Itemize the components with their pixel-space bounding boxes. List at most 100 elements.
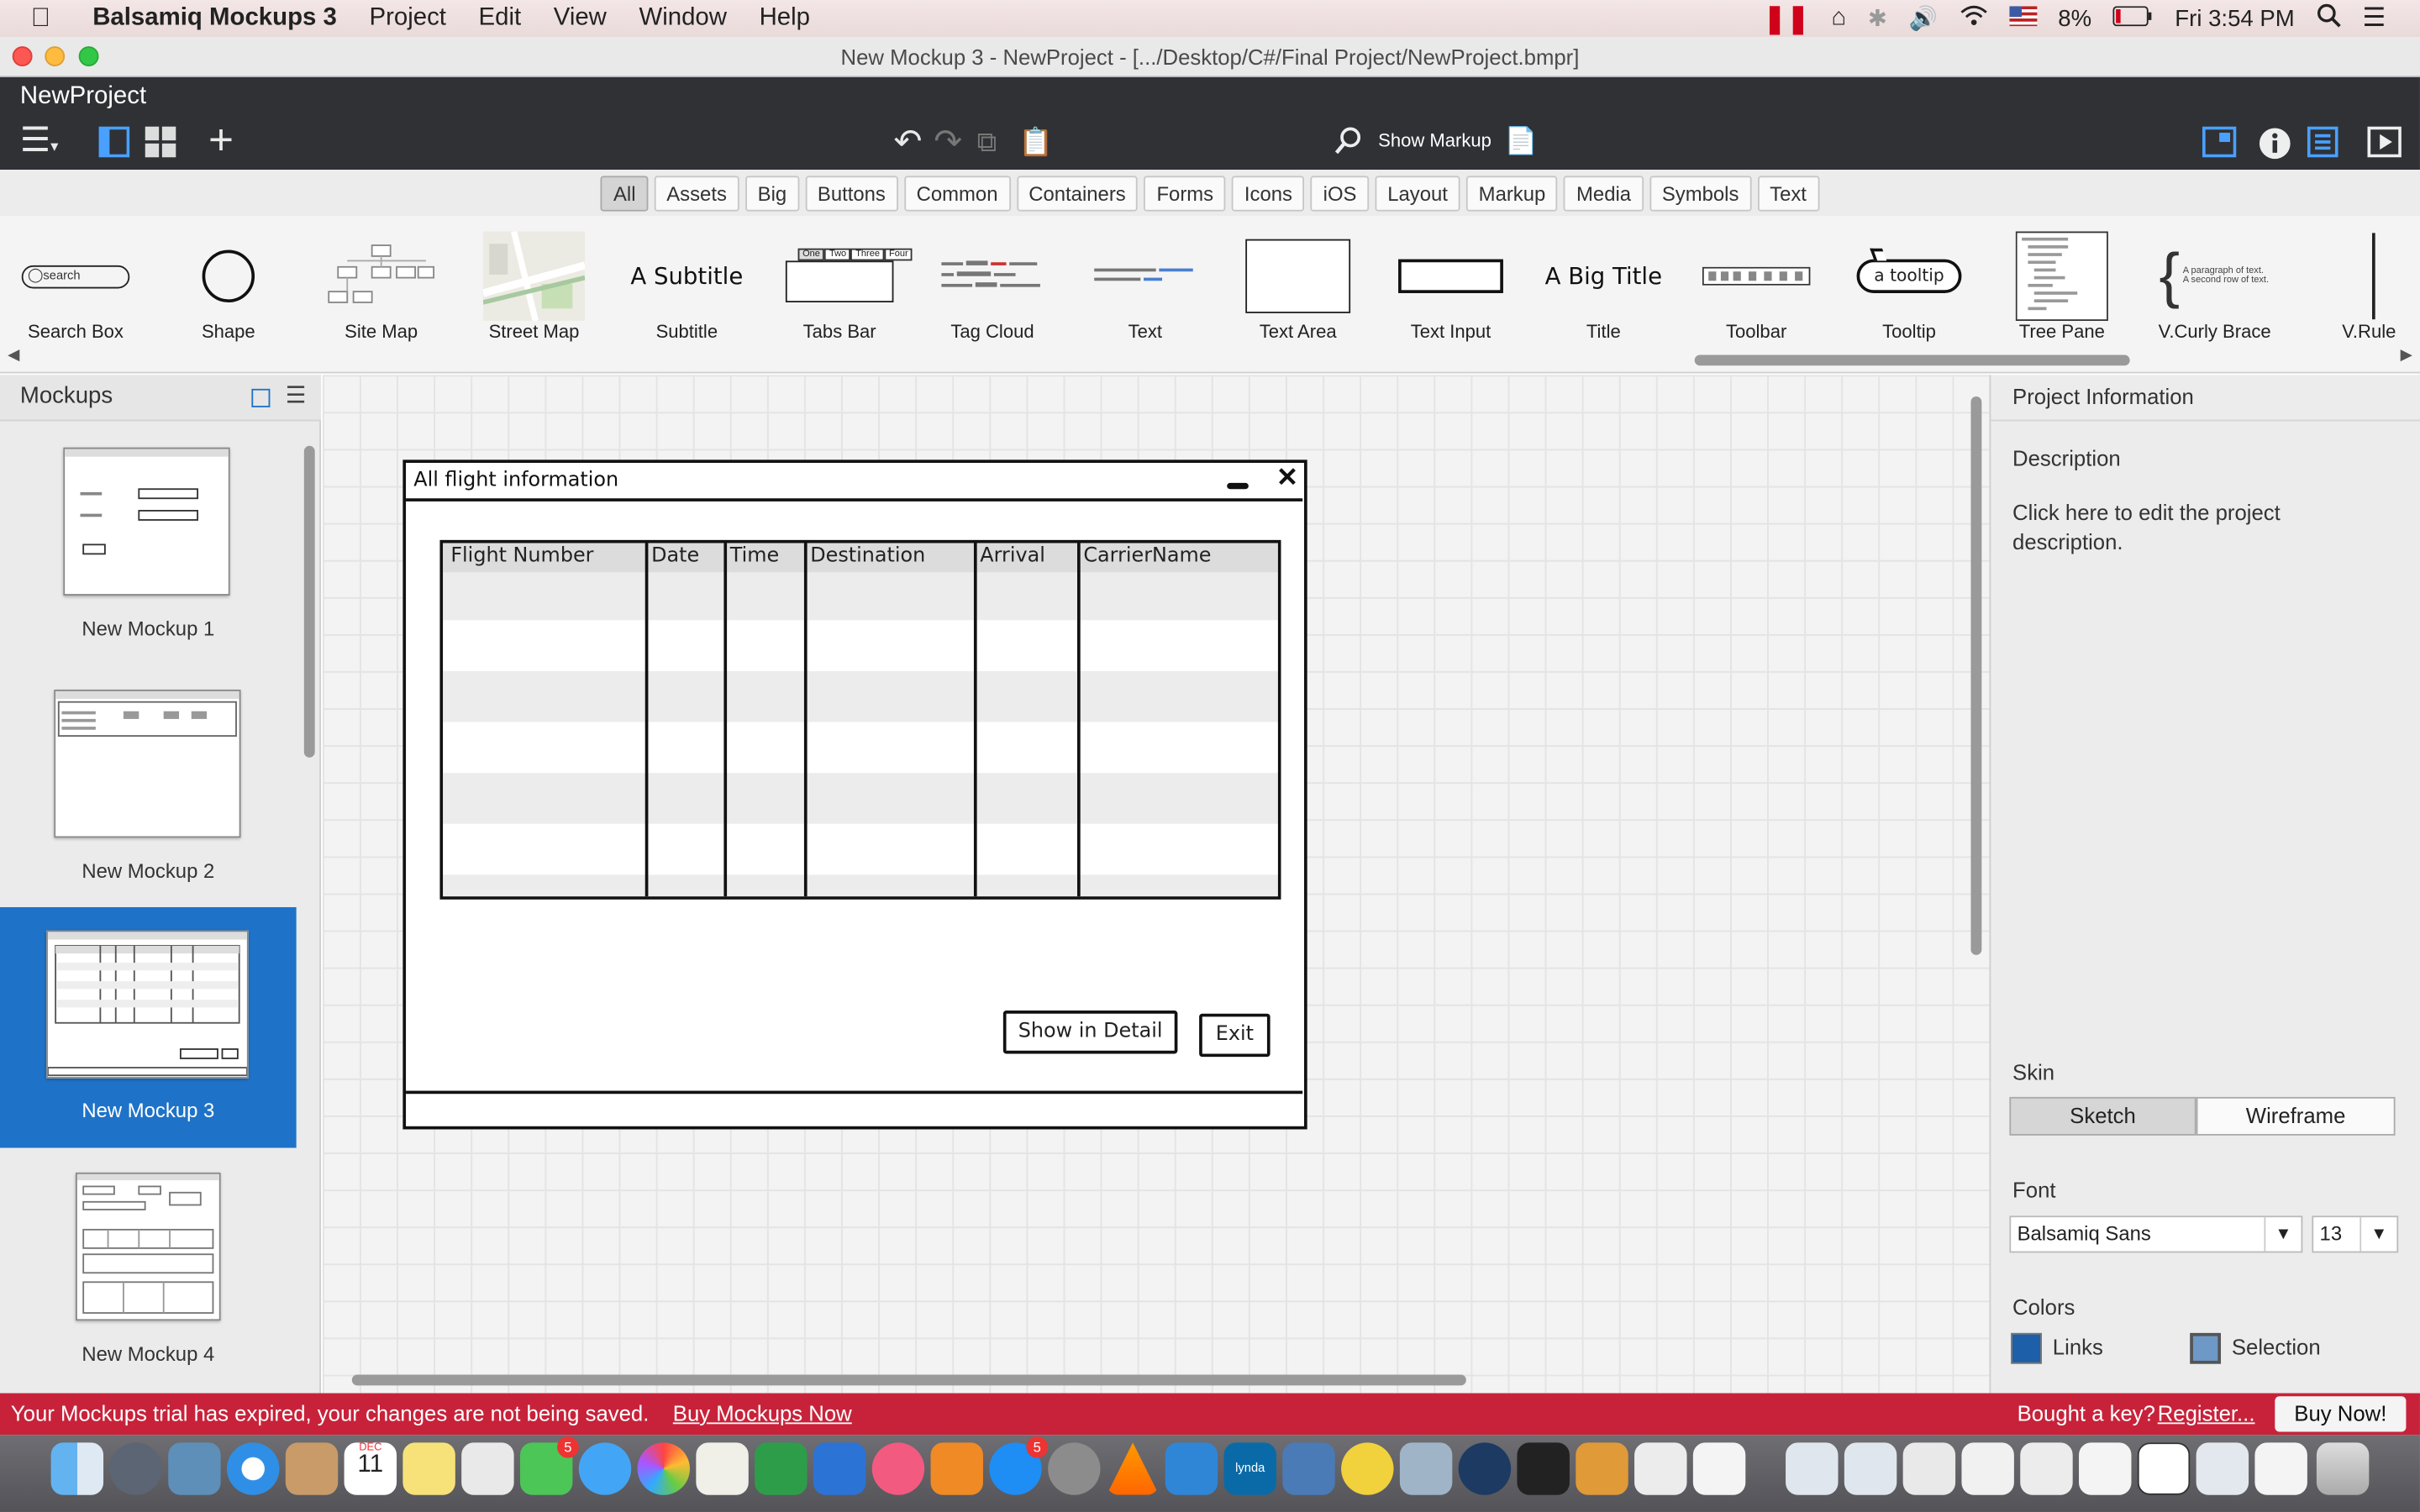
mockup-thumbnail-4[interactable]: New Mockup 4 — [0, 1151, 297, 1392]
mockup-canvas[interactable]: All flight information ✕ Flight Number D… — [322, 375, 1990, 1394]
column-header-flight-number[interactable]: Flight Number — [450, 544, 593, 568]
column-header-carrier-name[interactable]: CarrierName — [1083, 544, 1211, 568]
minimized-window-icon[interactable] — [1902, 1442, 1956, 1495]
duplicate-icon[interactable]: ⧉ — [977, 125, 997, 159]
table-row[interactable] — [443, 722, 1278, 774]
library-item-tag-cloud[interactable]: Tag Cloud — [918, 228, 1066, 343]
canvas-vertical-scrollbar[interactable] — [1970, 396, 1982, 955]
info-icon[interactable] — [2258, 127, 2291, 167]
show-markup-toggle[interactable]: Show Markup — [1378, 129, 1491, 151]
sketch-close-icon[interactable]: ✕ — [1276, 463, 1298, 494]
filter-symbols[interactable]: Symbols — [1649, 175, 1752, 211]
paste-icon[interactable]: 📋 — [1018, 125, 1053, 159]
pause-icon[interactable]: ❚❚ — [1763, 3, 1809, 35]
undo-icon[interactable]: ↶ — [893, 124, 922, 159]
filter-icons[interactable]: Icons — [1232, 175, 1305, 211]
mockup-thumbnail-1[interactable]: New Mockup 1 — [0, 426, 297, 667]
apple-icon[interactable]:  — [31, 3, 74, 34]
column-header-date[interactable]: Date — [651, 544, 699, 568]
library-item-text[interactable]: Text — [1071, 228, 1219, 343]
battery-percent[interactable]: 8% — [2058, 5, 2091, 31]
mockups-scrollbar[interactable] — [303, 445, 315, 758]
library-item-site-map[interactable]: Site Map — [308, 228, 455, 343]
safari-icon[interactable] — [226, 1442, 280, 1495]
menu-project[interactable]: Project — [369, 5, 445, 33]
table-row[interactable] — [443, 670, 1278, 722]
library-item-text-area[interactable]: Text Area — [1224, 228, 1372, 343]
library-item-tooltip[interactable]: a tooltip Tooltip — [1835, 228, 1983, 343]
keynote-icon[interactable] — [813, 1442, 866, 1495]
library-item-shape[interactable]: Shape — [155, 228, 302, 343]
app-menu[interactable]: Balsamiq Mockups 3 — [92, 5, 337, 33]
font-size-select[interactable]: 13 ▼ — [2312, 1215, 2399, 1253]
menu-window[interactable]: Window — [639, 5, 727, 33]
app-store-icon[interactable]: 5 — [989, 1436, 1049, 1495]
photos-icon[interactable] — [637, 1442, 691, 1495]
minimize-window-button[interactable] — [45, 46, 66, 66]
filter-assets[interactable]: Assets — [654, 175, 739, 211]
launchpad-icon[interactable] — [109, 1442, 162, 1495]
filter-text[interactable]: Text — [1757, 175, 1819, 211]
redo-icon[interactable]: ↷ — [934, 124, 962, 159]
ibooks-icon[interactable] — [930, 1442, 983, 1495]
filter-markup[interactable]: Markup — [1465, 175, 1559, 211]
column-header-destination[interactable]: Destination — [810, 544, 925, 568]
menu-edit[interactable]: Edit — [479, 5, 522, 33]
document-icon[interactable] — [1692, 1442, 1746, 1495]
finder-icon[interactable] — [50, 1442, 104, 1495]
terminal-icon[interactable] — [1517, 1442, 1570, 1495]
menu-help[interactable]: Help — [760, 5, 810, 33]
library-item-toolbar[interactable]: Toolbar — [1682, 228, 1830, 343]
clipboard-icon[interactable]: 📄 — [1505, 125, 1538, 159]
filter-big[interactable]: Big — [744, 175, 799, 211]
filter-forms[interactable]: Forms — [1144, 175, 1226, 211]
filter-layout[interactable]: Layout — [1375, 175, 1460, 211]
filter-all[interactable]: All — [601, 175, 649, 211]
clock[interactable]: Fri 3:54 PM — [2175, 5, 2294, 31]
search-icon[interactable] — [1334, 127, 1363, 160]
trash-icon[interactable] — [2316, 1442, 2370, 1495]
calendar-icon[interactable]: DEC 11 — [344, 1442, 397, 1495]
zoom-window-button[interactable] — [78, 46, 99, 66]
notes-icon[interactable] — [402, 1442, 455, 1495]
itunes-icon[interactable] — [871, 1442, 925, 1495]
reminders-icon[interactable] — [461, 1442, 514, 1495]
xcode-icon[interactable] — [1165, 1442, 1218, 1495]
minimized-window-icon[interactable] — [2079, 1442, 2132, 1495]
wifi-icon[interactable] — [1960, 5, 1987, 33]
font-family-select[interactable]: Balsamiq Sans ▼ — [2009, 1215, 2303, 1253]
show-in-detail-button[interactable]: Show in Detail — [1002, 1011, 1178, 1054]
grid-view-icon[interactable] — [145, 126, 176, 164]
canvas-horizontal-scrollbar[interactable] — [351, 1374, 1466, 1386]
buy-now-button[interactable]: Buy Now! — [2275, 1396, 2407, 1432]
numbers-icon[interactable] — [755, 1442, 808, 1495]
notification-center-icon[interactable]: ☰ — [2363, 3, 2386, 34]
pages-icon[interactable] — [696, 1442, 749, 1495]
library-item-street-map[interactable]: Street Map — [460, 228, 608, 343]
library-scrollbar[interactable] — [1694, 354, 2130, 366]
quicktime-icon[interactable] — [1458, 1442, 1512, 1495]
column-header-arrival[interactable]: Arrival — [980, 544, 1045, 568]
library-item-title[interactable]: A Big Title Title — [1529, 228, 1677, 343]
thumbnail-view-icon[interactable] — [251, 388, 271, 407]
facetime-icon[interactable]: 5 — [519, 1436, 579, 1495]
library-item-curly-brace[interactable]: { A paragraph of text. A second row of t… — [2141, 228, 2289, 342]
spotlight-icon[interactable] — [2316, 3, 2341, 34]
add-mockup-icon[interactable]: + — [208, 118, 234, 161]
sketch-window[interactable]: All flight information ✕ Flight Number D… — [402, 459, 1307, 1130]
system-preferences-icon[interactable] — [1048, 1442, 1101, 1495]
menu-view[interactable]: View — [554, 5, 607, 33]
messages-icon[interactable] — [578, 1442, 632, 1495]
home-icon[interactable]: ⌂ — [1831, 5, 1846, 33]
links-color-swatch[interactable] — [2011, 1332, 2042, 1364]
hamburger-menu-icon[interactable]: ☰▾ — [20, 123, 58, 165]
minimized-window-icon[interactable] — [2137, 1442, 2191, 1495]
library-item-tabs-bar[interactable]: One Two Three Four Tabs Bar — [765, 228, 913, 343]
minimized-window-icon[interactable] — [2196, 1442, 2249, 1495]
single-pane-view-icon[interactable] — [98, 126, 130, 164]
skin-sketch-button[interactable]: Sketch — [2009, 1096, 2196, 1136]
list-view-icon[interactable]: ☰ — [286, 381, 307, 409]
lynda-icon[interactable]: lynda — [1223, 1442, 1276, 1495]
mockup-thumbnail-3[interactable]: New Mockup 3 — [0, 906, 297, 1148]
image-capture-icon[interactable] — [1399, 1442, 1453, 1495]
